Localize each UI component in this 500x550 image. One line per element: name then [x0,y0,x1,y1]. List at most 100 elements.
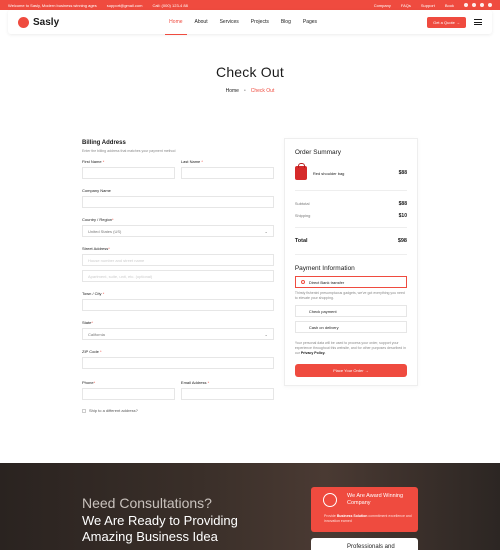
shipping-label: Shipping [294,213,311,218]
street-field-1[interactable]: House number and street name [82,254,274,266]
banner-heading: We Are Ready to Providing Amazing Busine… [82,513,238,545]
privacy-note: Your personal data will be used to proce… [295,341,407,356]
zip-field[interactable] [82,357,274,369]
phone-field[interactable] [82,388,175,400]
logo[interactable]: Sasly [18,16,60,28]
order-summary-card: Order Summary Red shoulder bag $88 Subto… [283,138,418,386]
total-label: Total [294,238,308,244]
award-desc-bold: Business Solution [336,514,368,518]
shipping-value: $10 [398,213,407,219]
radio-icon [300,280,305,284]
street-placeholder-2: Apartment, suite, unit, etc. (optional) [88,273,153,279]
company-label: Company Name [82,188,111,193]
social-icons [464,3,492,7]
payment-option-cod-label: Cash on delivery [308,324,339,330]
town-label: Town / City [82,291,102,296]
street-label: Street Address [82,246,109,251]
nav-menu: Home About Services Projects Blog Pages [59,13,427,35]
country-select[interactable]: United States (US) ⌄ [82,225,274,237]
street-field-2[interactable]: Apartment, suite, unit, etc. (optional) [82,270,274,282]
brand-name: Sasly [33,16,60,28]
privacy-policy-link[interactable]: Privacy Policy. [301,351,325,355]
instagram-icon[interactable] [488,3,492,7]
award-card: We Are Award Winning Company Provide Bus… [311,487,418,532]
award-desc-pre: Provide [324,514,337,518]
top-bar: Welcome to Sasly, Modern business winnin… [0,0,500,10]
order-sidebar: Order Summary Red shoulder bag $88 Subto… [283,138,418,413]
linkedin-icon[interactable] [480,3,484,7]
state-select[interactable]: California ⌄ [82,328,274,340]
order-item: Red shoulder bag $88 [294,163,407,180]
ship-different-label: Ship to a different address? [89,408,138,413]
breadcrumb-current: Check Out [250,88,275,94]
subtotal-value: $88 [398,201,407,207]
checkout-content: Billing Address Enter the billing addres… [0,138,500,413]
banner-heading-line-2: Amazing Business Idea [82,529,218,544]
order-summary-title: Order Summary [294,149,342,156]
payment-option-cod[interactable]: Cash on delivery [294,321,407,333]
award-description: Provide Business Solution commitment exc… [324,514,418,523]
last-name-field[interactable] [180,167,274,179]
town-field[interactable] [82,299,274,311]
consultation-banner: Need Consultations? We Are Ready to Prov… [0,463,500,550]
professionals-card: Professionals and [311,538,418,550]
professionals-title: Professionals and [347,544,395,550]
bag-icon [294,163,307,180]
first-name-label: First Name [82,159,102,164]
banner-heading-line-1: We Are Ready to Providing [82,513,238,528]
first-name-field[interactable] [82,167,175,179]
product-name[interactable]: Red shoulder bag [313,171,393,176]
payment-section: Payment Information Direct Bank transfer… [294,265,407,377]
country-label: Country / Region [82,217,113,222]
place-order-button[interactable]: Place Your Order → [294,364,407,377]
award-title: We Are Award Winning Company [347,493,404,506]
email-link[interactable]: support@gmail.com [107,3,143,8]
payment-title: Payment Information [294,265,355,272]
nav-item-home[interactable]: Home [165,13,187,35]
payment-option-check[interactable]: Check payment [294,305,407,317]
payment-option-bank[interactable]: Direct Bank transfer [294,276,407,288]
nav-item-projects[interactable]: Projects [251,13,269,31]
email-label: Email Address [180,380,207,385]
welcome-text: Welcome to Sasly, Modern business winnin… [8,2,97,8]
billing-title: Billing Address [82,140,126,146]
twitter-icon[interactable] [472,3,476,7]
toplink-company[interactable]: Company [374,3,391,8]
subtotal-label: Subtotal [294,201,310,206]
nav-item-pages[interactable]: Pages [303,13,317,31]
state-value: California [88,331,105,337]
phone-link[interactable]: Call: (000) 123-4 88 [152,3,187,8]
nav-item-about[interactable]: About [195,13,208,31]
page-header: Check Out Home • Check Out [0,34,500,138]
quote-button[interactable]: Get a Quote → [427,16,466,28]
banner-eyebrow: Need Consultations? [82,495,212,511]
breadcrumb-home[interactable]: Home [226,88,239,94]
country-value: United States (US) [88,228,122,234]
toplink-support[interactable]: Support [421,3,435,8]
email-field[interactable] [180,388,274,400]
menu-icon[interactable] [474,19,482,25]
nav-item-services[interactable]: Services [220,13,239,31]
total-value: $98 [397,238,407,244]
logo-icon [18,16,29,28]
main-nav: Sasly Home About Services Projects Blog … [8,10,492,35]
toplink-faqs[interactable]: FAQs [401,3,411,8]
nav-item-blog[interactable]: Blog [281,13,291,31]
street-placeholder-1: House number and street name [88,257,145,263]
state-label: State [82,320,92,325]
ship-different-checkbox[interactable]: Ship to a different address? [82,408,274,413]
checkbox-icon [82,408,86,413]
toplink-book[interactable]: Book [445,3,454,8]
billing-form: Billing Address Enter the billing addres… [82,138,274,413]
last-name-label: Last Name [180,159,201,164]
page-title: Check Out [216,64,284,80]
phone-label: Phone [82,380,94,385]
company-field[interactable] [82,196,274,208]
chevron-down-icon: ⌄ [264,228,268,234]
chevron-down-icon: ⌄ [264,331,268,337]
award-icon [323,493,337,507]
facebook-icon[interactable] [464,3,468,7]
zip-label: ZIP Code [82,349,99,354]
payment-option-bank-label: Direct Bank transfer [308,279,345,285]
payment-option-check-label: Check payment [308,308,337,314]
